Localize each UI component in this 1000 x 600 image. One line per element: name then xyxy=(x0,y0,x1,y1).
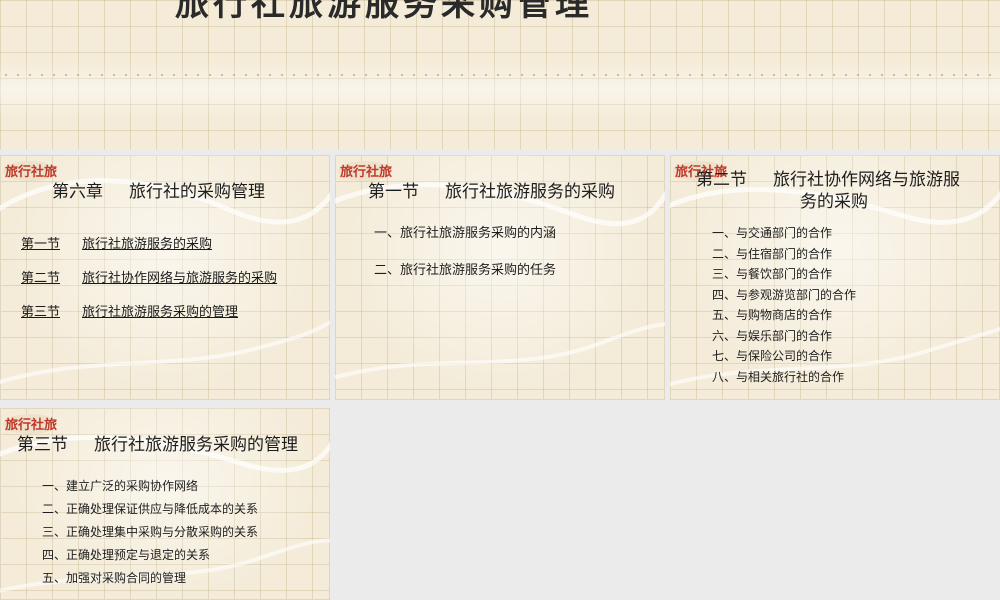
list-item: 五、与购物商店的合作 xyxy=(712,308,833,322)
list-item: 四、正确处理预定与退定的关系 xyxy=(42,548,211,562)
list-item: 五、加强对采购合同的管理 xyxy=(42,571,187,585)
chapter-number: 第六章 xyxy=(52,182,103,202)
slide-title: 第六章 旅行社的采购管理 xyxy=(52,177,265,202)
list-item: 八、与相关旅行社的合作 xyxy=(712,370,845,384)
list-item: 二、与住宿部门的合作 xyxy=(712,247,833,261)
section-number: 第三节 xyxy=(17,435,68,455)
list-item: 二、旅行社旅游服务采购的任务 xyxy=(374,263,557,278)
section-name: 旅行社旅游服务的采购 xyxy=(445,182,615,202)
top-slide-banner[interactable]: 旅行社旅游服务采购管理 xyxy=(0,0,1000,150)
list-item: 二、正确处理保证供应与降低成本的关系 xyxy=(42,502,259,516)
chapter-name: 旅行社的采购管理 xyxy=(129,182,265,202)
slide-title: 第三节 旅行社旅游服务采购的管理 xyxy=(17,430,298,455)
slide-thumbnail-3[interactable]: 旅行社旅 第二节 旅行社协作网络与旅游服 务的采购 一、与交通部门的合作 二、与住… xyxy=(670,155,1000,400)
slide-thumbnail-1[interactable]: 旅行社旅 第六章 旅行社的采购管理 第一节 旅行社旅游服务的采购 第二节 旅行社协作网… xyxy=(0,155,330,400)
banner-title: 旅行社旅游服务采购管理 xyxy=(175,0,593,24)
list-item: 三、与餐饮部门的合作 xyxy=(712,267,833,281)
list-item: 三、正确处理集中采购与分散采购的关系 xyxy=(42,525,259,539)
list-item: 四、与参观游览部门的合作 xyxy=(712,288,857,302)
toc-link-section-3[interactable]: 第三节 旅行社旅游服务采购的管理 xyxy=(21,301,238,320)
toc-link-section-2[interactable]: 第二节 旅行社协作网络与旅游服务的采购 xyxy=(21,267,277,286)
slide-title-line-2: 务的采购 xyxy=(800,192,868,212)
svg-text:旅行社旅: 旅行社旅 xyxy=(5,164,57,180)
toc-link-section-1[interactable]: 第一节 旅行社旅游服务的采购 xyxy=(21,233,212,252)
slide-thumbnail-2[interactable]: 旅行社旅 第一节 旅行社旅游服务的采购 一、旅行社旅游服务采购的内涵 二、旅行社旅… xyxy=(335,155,665,400)
list-item: 一、与交通部门的合作 xyxy=(712,226,833,240)
list-item: 七、与保险公司的合作 xyxy=(712,349,833,363)
section-number: 第一节 xyxy=(368,182,419,202)
section-name: 旅行社旅游服务采购的管理 xyxy=(94,435,298,455)
slide-thumbnail-4[interactable]: 旅行社旅 第三节 旅行社旅游服务采购的管理 一、建立广泛的采购协作网络 二、正确处… xyxy=(0,408,330,600)
list-item: 一、旅行社旅游服务采购的内涵 xyxy=(374,226,557,241)
dotted-divider xyxy=(0,74,1000,76)
slide-title: 第一节 旅行社旅游服务的采购 xyxy=(368,177,615,202)
section-number: 第二节 xyxy=(696,170,747,190)
list-item: 一、建立广泛的采购协作网络 xyxy=(42,479,199,493)
list-item: 六、与娱乐部门的合作 xyxy=(712,329,833,343)
